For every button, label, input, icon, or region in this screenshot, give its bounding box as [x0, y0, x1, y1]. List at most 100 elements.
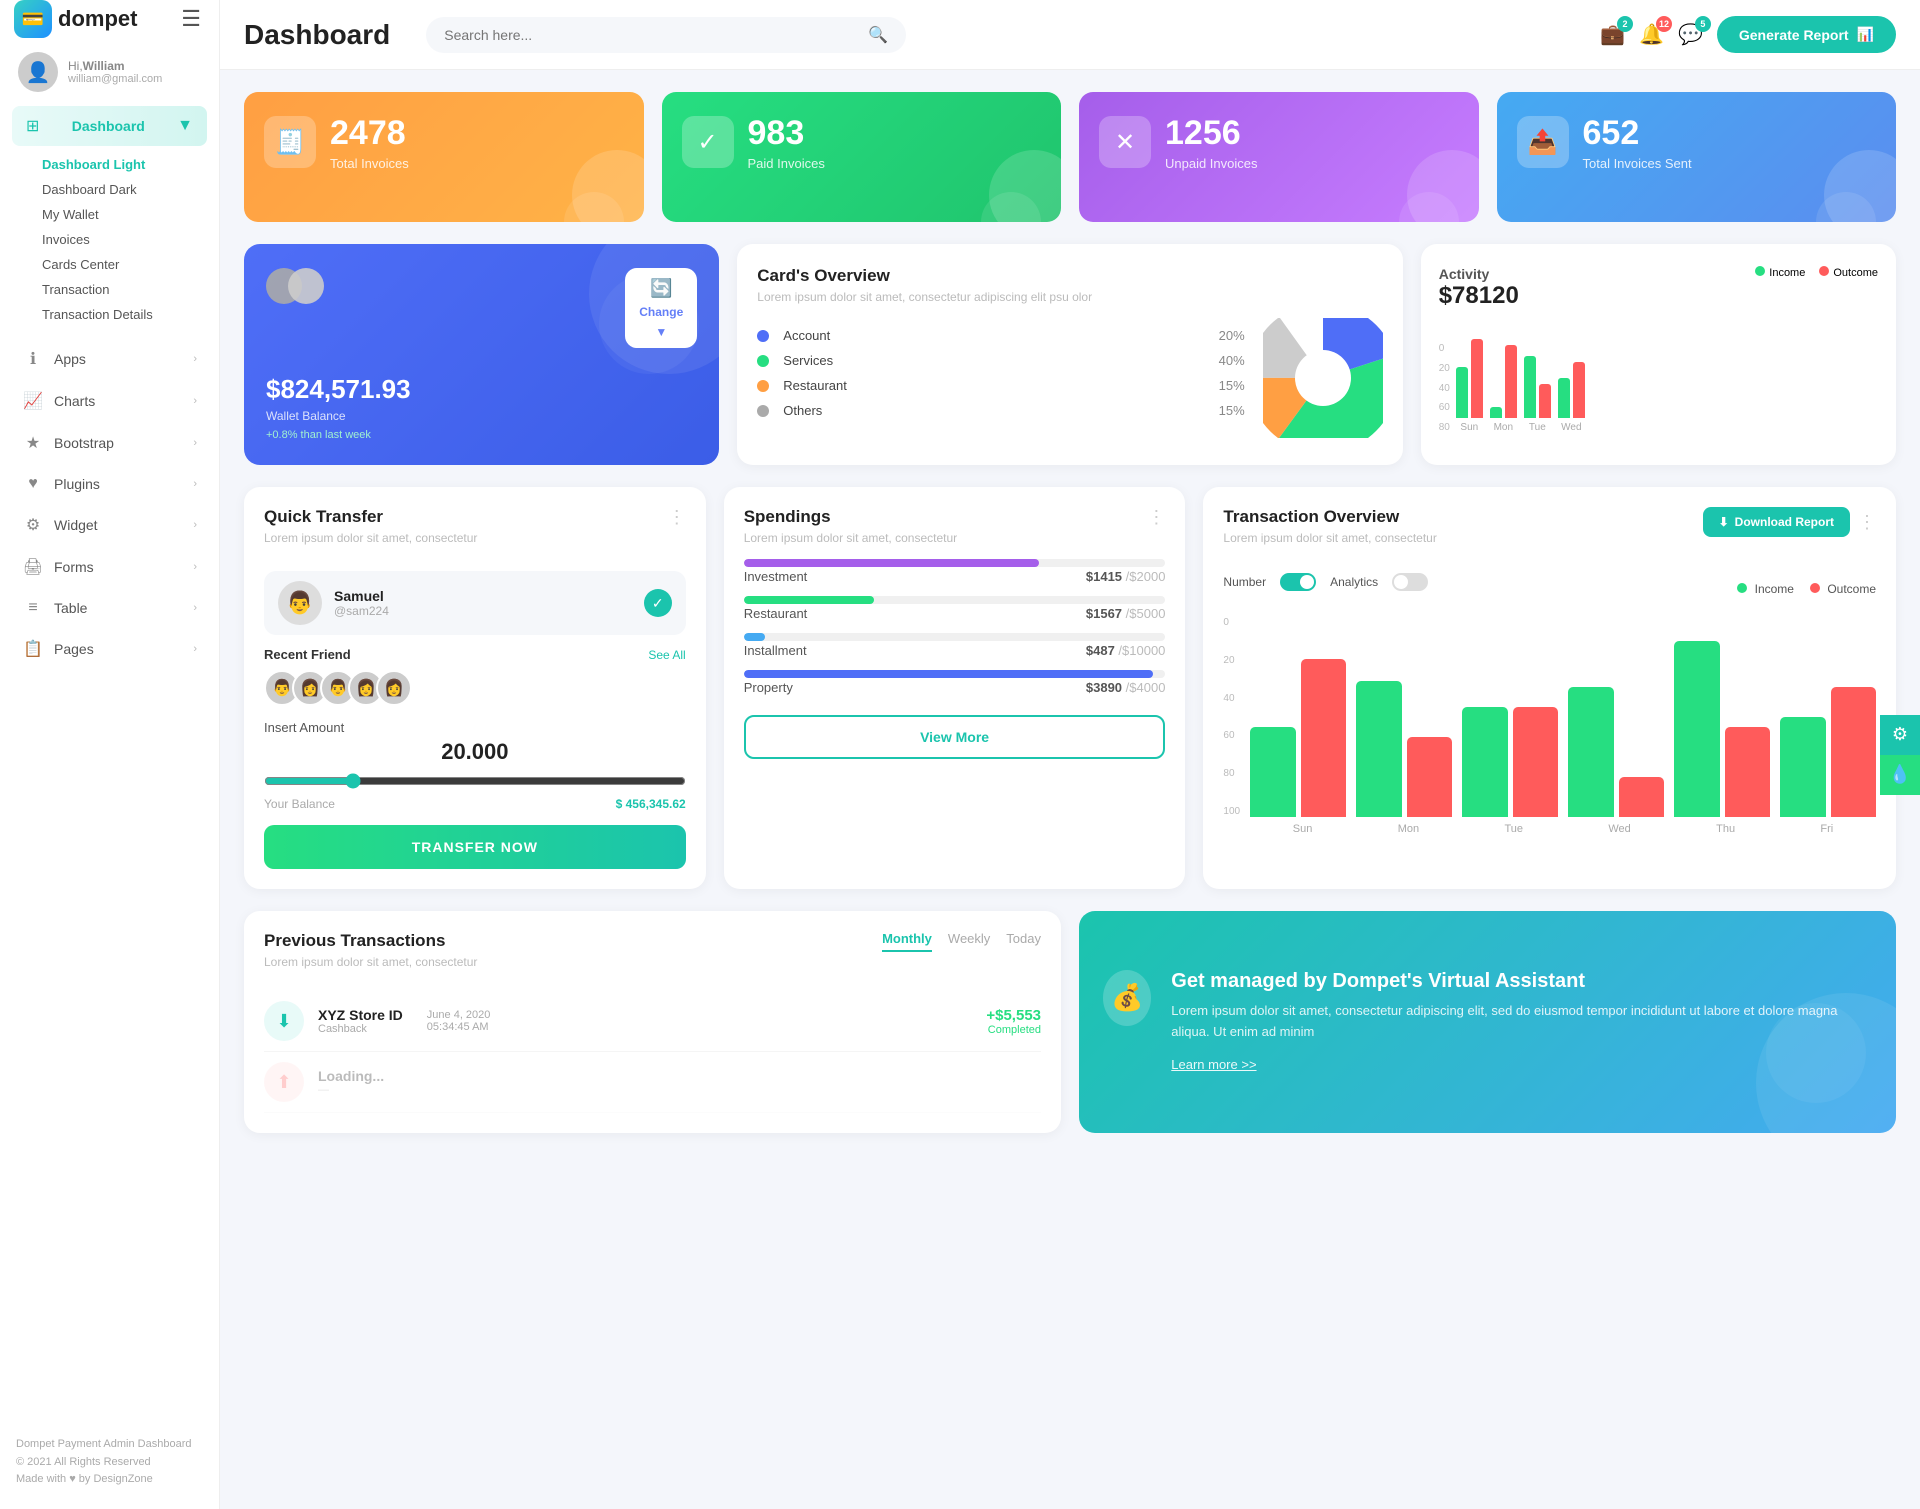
sidebar-item-plugins[interactable]: ♥Plugins ›	[12, 465, 207, 503]
bar-sun-income	[1456, 367, 1468, 418]
transfer-now-button[interactable]: TRANSFER NOW	[264, 825, 686, 869]
sidebar-item-charts[interactable]: 📈Charts ›	[12, 381, 207, 421]
tx-overview-subtitle: Lorem ipsum dolor sit amet, consectetur	[1223, 531, 1436, 545]
tx-legend: Income Outcome	[1737, 582, 1876, 596]
alerts-badge: 12	[1656, 16, 1672, 32]
topbar-actions: 💼 2 🔔 12 💬 5 Generate Report 📊	[1600, 16, 1896, 53]
tx-amount: +$5,553	[986, 1007, 1041, 1024]
sidebar-item-forms[interactable]: 🖨Forms ›	[12, 547, 207, 587]
toggle-number[interactable]	[1280, 573, 1316, 591]
bottom-row: Quick Transfer Lorem ipsum dolor sit ame…	[244, 487, 1896, 889]
widget-chevron: ›	[193, 519, 197, 531]
forms-icon: 🖨	[22, 557, 44, 577]
forms-chevron: ›	[193, 561, 197, 573]
toggle-knob2	[1394, 575, 1408, 589]
side-icons: ⚙ 💧	[1880, 715, 1920, 795]
amount-slider[interactable]	[264, 773, 686, 789]
spendings-list: Investment $1415 /$2000 Restaurant $1567…	[744, 559, 1166, 695]
bar-mon-income	[1490, 407, 1502, 418]
sidebar-header: 💳 dompet ☰	[0, 0, 219, 38]
activity-legend: Income Outcome	[1755, 266, 1878, 279]
pages-icon: 📋	[22, 639, 44, 659]
settings-side-icon[interactable]: ⚙	[1880, 715, 1920, 755]
toggle1-label: Number	[1223, 575, 1266, 589]
selected-user-name: Samuel	[334, 588, 389, 604]
sidebar-item-pages[interactable]: 📋Pages ›	[12, 629, 207, 669]
topbar: Dashboard 🔍 💼 2 🔔 12 💬 5 Generate Report…	[220, 0, 1920, 70]
progress-property	[744, 670, 1153, 678]
legend-dot-account	[757, 330, 769, 342]
toggle-analytics[interactable]	[1392, 573, 1428, 591]
stat-label-sent: Total Invoices Sent	[1583, 156, 1692, 171]
legend-others: Others 15%	[757, 403, 1244, 418]
sidebar-item-dashboard[interactable]: ⊞ Dashboard ▼	[12, 106, 207, 146]
stat-icon-invoices: 🧾	[264, 116, 316, 168]
view-more-button[interactable]: View More	[744, 715, 1166, 759]
subnav-my-wallet[interactable]: My Wallet	[32, 202, 219, 227]
subnav-transaction-details[interactable]: Transaction Details	[32, 302, 219, 327]
va-learn-more-link[interactable]: Learn more >>	[1171, 1057, 1256, 1072]
spendings-card: Spendings Lorem ipsum dolor sit amet, co…	[724, 487, 1186, 889]
messages-icon-btn[interactable]: 💬 5	[1678, 22, 1703, 47]
widget-label: Widget	[54, 517, 98, 533]
search-input[interactable]	[444, 27, 860, 43]
prev-transactions-card: Previous Transactions Lorem ipsum dolor …	[244, 911, 1061, 1133]
plugins-icon: ♥	[22, 475, 44, 493]
wallet-icon-btn[interactable]: 💼 2	[1600, 22, 1625, 47]
legend-list: Account 20% Services 40% Restaurant 15%	[757, 328, 1244, 428]
amount-display: 20.000	[264, 739, 686, 765]
selected-user-avatar: 👨	[278, 581, 322, 625]
search-box[interactable]: 🔍	[426, 17, 906, 53]
subnav-transaction[interactable]: Transaction	[32, 277, 219, 302]
virtual-assistant-card: 💰 Get managed by Dompet's Virtual Assist…	[1079, 911, 1896, 1133]
subnav-dashboard-light[interactable]: Dashboard Light	[32, 152, 219, 177]
subnav-invoices[interactable]: Invoices	[32, 227, 219, 252]
wallet-label: Wallet Balance	[266, 409, 611, 423]
progress-installment	[744, 633, 765, 641]
tx-info: XYZ Store ID Cashback	[318, 1007, 403, 1035]
hamburger-icon[interactable]: ☰	[181, 6, 201, 32]
bigbar-mon-income	[1356, 681, 1402, 817]
transaction-overview-card: Transaction Overview Lorem ipsum dolor s…	[1203, 487, 1896, 889]
spendings-title: Spendings	[744, 507, 957, 527]
spendings-menu-icon[interactable]: ⋮	[1147, 507, 1165, 528]
legend-account: Account 20%	[757, 328, 1244, 343]
sidebar-item-bootstrap[interactable]: ★Bootstrap ›	[12, 423, 207, 463]
stat-label-unpaid: Unpaid Invoices	[1165, 156, 1258, 171]
bootstrap-chevron: ›	[193, 437, 197, 449]
friend-avatar-5: 👩	[376, 670, 412, 706]
subnav-cards-center[interactable]: Cards Center	[32, 252, 219, 277]
generate-report-button[interactable]: Generate Report 📊	[1717, 16, 1896, 53]
balance-row: Your Balance $ 456,345.62	[264, 797, 686, 811]
tx-overview-menu-icon[interactable]: ⋮	[1858, 512, 1876, 533]
water-side-icon[interactable]: 💧	[1880, 755, 1920, 795]
bar-labels-mini: Sun Mon Tue Wed	[1456, 422, 1878, 433]
bootstrap-label: Bootstrap	[54, 435, 114, 451]
bar-wed-outcome	[1573, 362, 1585, 418]
spending-restaurant: Restaurant $1567 /$5000	[744, 596, 1166, 621]
outcome-dot	[1819, 266, 1829, 276]
plugins-chevron: ›	[193, 478, 197, 490]
tx-name: XYZ Store ID	[318, 1007, 403, 1023]
download-report-button[interactable]: ⬇ Download Report	[1703, 507, 1850, 537]
charts-label: Charts	[54, 393, 95, 409]
tab-monthly[interactable]: Monthly	[882, 931, 932, 952]
tx-overview-title: Transaction Overview	[1223, 507, 1436, 527]
content-area: 🧾 2478 Total Invoices ✓ 983 Paid Invoice…	[220, 70, 1920, 1509]
subnav-dashboard-dark[interactable]: Dashboard Dark	[32, 177, 219, 202]
quick-transfer-menu-icon[interactable]: ⋮	[668, 507, 686, 528]
see-all-link[interactable]: See All	[648, 648, 685, 662]
spending-investment: Investment $1415 /$2000	[744, 559, 1166, 584]
bar-mon-outcome	[1505, 345, 1517, 418]
tab-weekly[interactable]: Weekly	[948, 931, 990, 952]
check-icon: ✓	[644, 589, 672, 617]
sidebar-item-widget[interactable]: ⚙Widget ›	[12, 505, 207, 545]
sidebar-item-apps[interactable]: ℹApps ›	[12, 339, 207, 379]
balance-value: $ 456,345.62	[616, 797, 686, 811]
stat-card-total-invoices: 🧾 2478 Total Invoices	[244, 92, 644, 222]
wallet-amount: $824,571.93	[266, 374, 611, 405]
notification-icon-btn[interactable]: 🔔 12	[1639, 22, 1664, 47]
tx-icon-2: ⬆	[264, 1062, 304, 1102]
sidebar-item-table[interactable]: ≡Table ›	[12, 589, 207, 627]
tab-today[interactable]: Today	[1006, 931, 1041, 952]
